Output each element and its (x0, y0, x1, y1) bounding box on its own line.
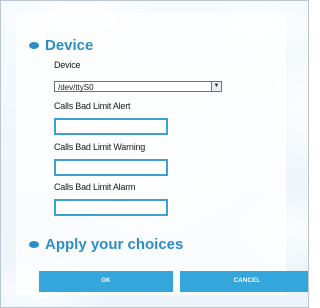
device-select[interactable]: /dev/ttyS0 ▼ (54, 81, 222, 92)
bullet-icon (29, 241, 39, 248)
alert-label: Calls Bad Limit Alert (54, 101, 131, 111)
device-section-title: Device (45, 37, 94, 54)
cancel-button[interactable]: CANCEL (180, 271, 308, 292)
warning-input[interactable] (54, 159, 168, 176)
alarm-label: Calls Bad Limit Alarm (54, 182, 136, 192)
bullet-icon (29, 42, 39, 49)
device-label: Device (54, 60, 81, 70)
device-select-value: /dev/ttyS0 (58, 83, 94, 92)
device-section-heading: Device (29, 37, 93, 54)
apply-section-title: Apply your choices (45, 236, 184, 253)
alarm-input[interactable] (54, 199, 168, 216)
apply-section-heading: Apply your choices (29, 236, 183, 253)
dialog-frame: Device Device /dev/ttyS0 ▼ Calls Bad Lim… (0, 0, 309, 308)
warning-label: Calls Bad Limit Warning (54, 142, 146, 152)
chevron-down-icon[interactable]: ▼ (211, 82, 221, 91)
alert-input[interactable] (54, 118, 168, 135)
ok-button[interactable]: OK (39, 271, 173, 292)
